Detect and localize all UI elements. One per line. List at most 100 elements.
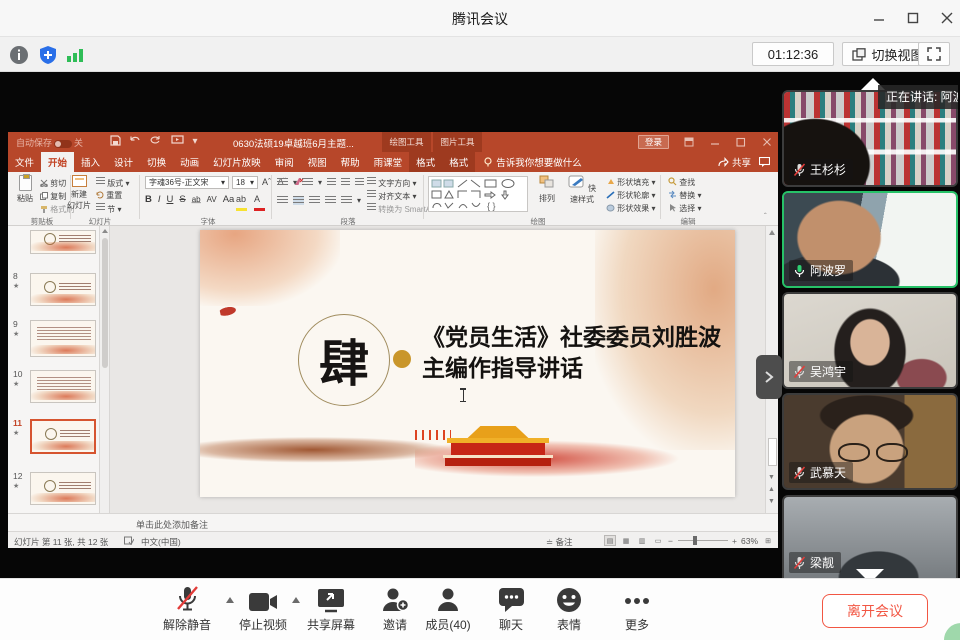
participant-tile-wuhongyu[interactable]: 吴鸿宇	[782, 292, 958, 389]
tab-help[interactable]: 帮助	[334, 152, 367, 172]
security-shield-icon[interactable]	[37, 44, 59, 66]
shape-effects-button[interactable]: 形状效果 ▾	[606, 203, 655, 214]
spellcheck-icon[interactable]	[124, 536, 134, 545]
text-shadow-button[interactable]: a̲b̲	[192, 195, 201, 204]
align-left-icon[interactable]	[277, 196, 288, 205]
language-status[interactable]: 中文(中国)	[141, 536, 181, 548]
slide-thumbnail-partial[interactable]	[30, 230, 96, 254]
font-name-combo[interactable]: 字魂36号-正文宋▾	[145, 176, 229, 189]
find-button[interactable]: 查找	[668, 177, 695, 188]
tab-drawing-format[interactable]: 格式	[409, 152, 442, 172]
close-icon[interactable]	[934, 8, 960, 28]
tab-picture-format[interactable]: 格式	[442, 152, 475, 172]
members-button[interactable]: 成员(40)	[413, 585, 483, 633]
tab-slideshow[interactable]: 幻灯片放映	[206, 152, 268, 172]
select-button[interactable]: 选择 ▾	[668, 203, 701, 214]
participant-tile-wumutian[interactable]: 武慕天	[782, 393, 958, 490]
next-slide-button[interactable]: ▼	[768, 498, 775, 505]
align-center-icon[interactable]	[293, 196, 304, 205]
tell-me-search[interactable]: 告诉我你想要做什么	[475, 152, 590, 172]
line-spacing-icon[interactable]	[355, 178, 364, 187]
font-size-combo[interactable]: 18▾	[232, 176, 258, 189]
slide-thumbnail-9[interactable]	[30, 320, 96, 357]
replace-button[interactable]: 替换 ▾	[668, 190, 701, 201]
tab-design[interactable]: 设计	[107, 152, 140, 172]
minimize-icon[interactable]	[866, 8, 892, 28]
collapse-ribbon-button[interactable]: ˆ	[764, 212, 767, 221]
align-text-button[interactable]: 对齐文本 ▾	[367, 190, 416, 202]
tab-rain-classroom[interactable]: 雨课堂	[367, 152, 410, 172]
slide-thumbnail-8[interactable]	[30, 273, 96, 306]
tab-insert[interactable]: 插入	[74, 152, 107, 172]
tab-transitions[interactable]: 切换	[140, 152, 173, 172]
emoji-button[interactable]: 表情	[534, 585, 604, 633]
normal-view-button[interactable]: ▤	[604, 535, 616, 546]
new-slide-button[interactable]: 新建幻灯片	[66, 175, 92, 211]
undo-icon[interactable]	[128, 135, 142, 148]
italic-button[interactable]: I	[158, 194, 161, 205]
stop-video-button[interactable]: 停止视频	[228, 585, 298, 633]
text-direction-button[interactable]: 文字方向 ▾	[367, 177, 416, 189]
fit-to-window-button[interactable]: ⊞	[762, 535, 774, 546]
participant-tile-liangliang[interactable]: 梁靓	[782, 495, 958, 578]
increase-indent-icon[interactable]	[341, 178, 350, 187]
slide-thumbnail-12[interactable]	[30, 472, 96, 505]
leave-meeting-button[interactable]: 离开会议	[822, 594, 928, 628]
slide-sorter-view-button[interactable]: ▦	[620, 535, 632, 546]
zoom-slider[interactable]	[678, 540, 728, 541]
reading-view-button[interactable]: ▥	[636, 535, 648, 546]
align-right-icon[interactable]	[309, 196, 320, 205]
unmute-button[interactable]: 解除静音	[152, 585, 222, 633]
numbering-icon[interactable]	[302, 178, 313, 187]
section-button[interactable]: 节 ▾	[96, 203, 121, 215]
underline-button[interactable]: U	[167, 194, 174, 205]
decrease-indent-icon[interactable]	[327, 178, 336, 187]
tab-home[interactable]: 开始	[41, 152, 74, 172]
columns-icon[interactable]	[341, 196, 352, 205]
tab-animations[interactable]: 动画	[173, 152, 206, 172]
ppt-minimize-icon[interactable]	[710, 137, 720, 147]
save-icon[interactable]	[108, 135, 122, 148]
more-button[interactable]: 更多	[602, 585, 672, 633]
scroll-participants-down-icon[interactable]	[856, 569, 884, 578]
copy-button[interactable]: 复制	[40, 191, 66, 202]
grow-font-button[interactable]: Aˆ	[262, 177, 271, 187]
layout-button[interactable]: 版式 ▾	[96, 177, 129, 189]
share-button[interactable]: 共享	[718, 155, 751, 169]
char-spacing-button[interactable]: AV	[207, 195, 217, 204]
notes-pane[interactable]: 单击此处添加备注	[8, 513, 778, 531]
tab-file[interactable]: 文件	[8, 152, 41, 172]
start-slideshow-icon[interactable]	[170, 135, 184, 148]
shapes-gallery[interactable]: { }	[428, 176, 528, 212]
cut-button[interactable]: 剪切	[40, 178, 66, 189]
ppt-close-icon[interactable]	[762, 137, 772, 147]
slideshow-view-button[interactable]: ▭	[652, 535, 664, 546]
ppt-maximize-icon[interactable]	[736, 137, 746, 147]
participant-tile-aboluo[interactable]: 阿波罗	[782, 191, 958, 288]
qat-dropdown-icon[interactable]: ▾	[188, 135, 202, 148]
previous-slide-button[interactable]: ▲	[768, 486, 775, 493]
strikethrough-button[interactable]: S	[179, 194, 185, 205]
hide-video-panel-handle[interactable]	[756, 355, 782, 399]
ribbon-display-icon[interactable]	[684, 137, 694, 147]
autosave-toggle[interactable]: 自动保存关	[16, 136, 83, 149]
smartart-button[interactable]: 转换为 SmartArt	[367, 203, 436, 215]
meeting-info-icon[interactable]	[8, 44, 30, 66]
share-screen-button[interactable]: 共享屏幕	[296, 585, 366, 633]
arrange-button[interactable]: 排列	[534, 175, 560, 204]
slide-canvas[interactable]: 肆 《党员生活》社委委员刘胜波 主编作指导讲话	[200, 230, 735, 497]
bold-button[interactable]: B	[145, 194, 152, 205]
quick-styles-button[interactable]: 快速样式	[564, 175, 600, 205]
highlight-color-button[interactable]: ab	[236, 194, 247, 213]
reset-button[interactable]: 重置	[96, 190, 122, 201]
shape-outline-button[interactable]: 形状轮廓 ▾	[606, 190, 655, 201]
paste-button[interactable]: 粘贴	[12, 175, 38, 204]
scrollbar-thumb[interactable]	[768, 438, 777, 466]
justify-icon[interactable]	[325, 196, 336, 205]
bullets-icon[interactable]	[277, 178, 288, 187]
slide-thumbnail-11-selected[interactable]	[30, 419, 96, 454]
redo-icon[interactable]	[148, 135, 162, 148]
zoom-slider-knob[interactable]	[693, 536, 697, 545]
scroll-down-arrow-icon[interactable]: ▼	[768, 474, 775, 481]
maximize-icon[interactable]	[900, 8, 926, 28]
